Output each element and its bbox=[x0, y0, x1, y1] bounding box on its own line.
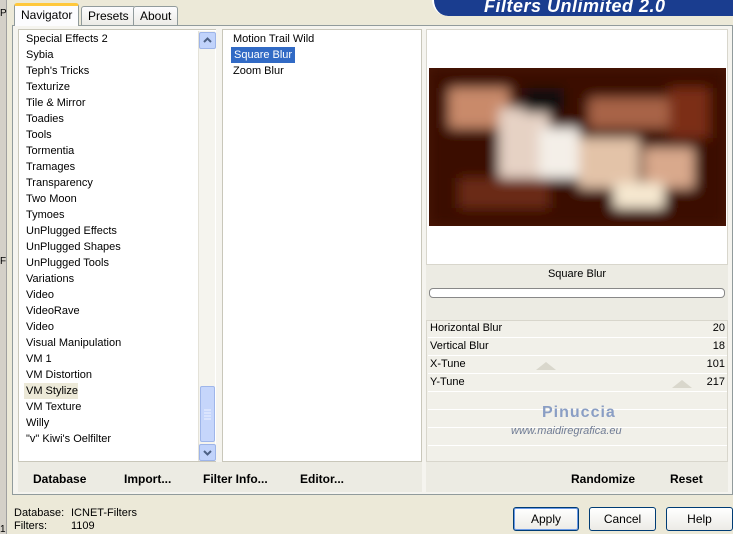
param-label: X-Tune bbox=[430, 358, 466, 370]
category-item[interactable]: Tymoes bbox=[24, 207, 65, 223]
category-item[interactable]: Texturize bbox=[24, 79, 70, 95]
category-item[interactable]: Tools bbox=[24, 127, 52, 143]
category-item[interactable]: Variations bbox=[24, 271, 74, 287]
slider-marker-icon bbox=[672, 380, 692, 388]
window-edge-strip: P F 1 bbox=[0, 0, 7, 534]
edge-char: F bbox=[0, 256, 7, 267]
category-item[interactable]: VM Stylize bbox=[24, 383, 78, 399]
chevron-up-icon bbox=[203, 37, 212, 43]
filter-name-label: Square Blur bbox=[547, 268, 607, 280]
category-item[interactable]: Sybia bbox=[24, 47, 54, 63]
param-label: Horizontal Blur bbox=[430, 322, 503, 334]
category-item[interactable]: Tramages bbox=[24, 159, 75, 175]
param-label: Vertical Blur bbox=[430, 340, 489, 352]
scroll-thumb[interactable] bbox=[200, 386, 215, 442]
editor-button[interactable]: Editor... bbox=[300, 472, 344, 486]
category-scrollbar[interactable] bbox=[198, 31, 216, 461]
title-banner: Filters Unlimited 2.0 bbox=[432, 0, 733, 16]
filter-list[interactable]: Motion Trail Wild Square Blur Zoom Blur bbox=[222, 29, 422, 462]
help-button[interactable]: Help bbox=[666, 507, 733, 531]
blurred-preview-graphic bbox=[429, 68, 726, 226]
param-row[interactable]: Vertical Blur 18 bbox=[428, 337, 727, 355]
category-item[interactable]: Two Moon bbox=[24, 191, 77, 207]
status-filters-value: 1109 bbox=[71, 520, 95, 532]
param-row[interactable]: X-Tune 101 bbox=[428, 355, 727, 373]
scroll-up-button[interactable] bbox=[199, 32, 216, 49]
category-item[interactable]: VideoRave bbox=[24, 303, 80, 319]
status-database-label: Database: bbox=[14, 507, 65, 519]
category-item[interactable]: Tile & Mirror bbox=[24, 95, 85, 111]
category-item[interactable]: VM 1 bbox=[24, 351, 52, 367]
progress-bar bbox=[429, 288, 725, 298]
apply-button[interactable]: Apply bbox=[513, 507, 579, 531]
banner-title: Filters Unlimited 2.0 bbox=[484, 0, 666, 16]
param-divider bbox=[428, 445, 727, 446]
category-list-items: Special Effects 2 Sybia Teph's Tricks Textu… bbox=[24, 31, 216, 461]
param-value: 20 bbox=[712, 322, 725, 334]
param-value: 101 bbox=[706, 358, 725, 370]
category-item[interactable]: Special Effects 2 bbox=[24, 31, 108, 47]
watermark-url: www.maidiregrafica.eu bbox=[511, 425, 622, 437]
edge-char: P bbox=[0, 8, 7, 19]
preview-image bbox=[429, 68, 726, 226]
filter-item[interactable]: Zoom Blur bbox=[231, 63, 284, 79]
category-item[interactable]: Tormentia bbox=[24, 143, 74, 159]
param-value: 18 bbox=[712, 340, 725, 352]
category-item[interactable]: Willy bbox=[24, 415, 49, 431]
randomize-button[interactable]: Randomize bbox=[571, 472, 635, 486]
category-item[interactable]: Transparency bbox=[24, 175, 93, 191]
param-row[interactable]: Horizontal Blur 20 bbox=[428, 319, 727, 337]
filter-list-items: Motion Trail Wild Square Blur Zoom Blur bbox=[231, 31, 421, 91]
grip-icon bbox=[204, 409, 211, 420]
category-item[interactable]: Video bbox=[24, 319, 54, 335]
status-filters-label: Filters: bbox=[14, 520, 47, 532]
filter-name-bar: Square Blur bbox=[426, 265, 728, 320]
tab-presets[interactable]: Presets bbox=[81, 6, 136, 25]
watermark-name: Pinuccia bbox=[542, 404, 616, 421]
category-item[interactable]: UnPlugged Tools bbox=[24, 255, 109, 271]
param-divider bbox=[428, 391, 727, 392]
category-item[interactable]: "v" Kiwi's Oelfilter bbox=[24, 431, 111, 447]
chevron-down-icon bbox=[203, 450, 212, 456]
category-item[interactable]: UnPlugged Shapes bbox=[24, 239, 121, 255]
status-database-value: ICNET-Filters bbox=[71, 507, 137, 519]
slider-marker-icon bbox=[536, 362, 556, 370]
category-item[interactable]: Video bbox=[24, 287, 54, 303]
filter-info-button[interactable]: Filter Info... bbox=[203, 472, 268, 486]
category-list[interactable]: Special Effects 2 Sybia Teph's Tricks Textu… bbox=[18, 29, 216, 462]
filter-item[interactable]: Square Blur bbox=[231, 47, 296, 63]
scroll-down-button[interactable] bbox=[199, 444, 216, 461]
category-item[interactable]: VM Texture bbox=[24, 399, 81, 415]
category-item[interactable]: Visual Manipulation bbox=[24, 335, 121, 351]
tab-about[interactable]: About bbox=[133, 6, 179, 25]
import-button[interactable]: Import... bbox=[124, 472, 171, 486]
param-label: Y-Tune bbox=[430, 376, 465, 388]
category-item[interactable]: Teph's Tricks bbox=[24, 63, 89, 79]
category-item[interactable]: UnPlugged Effects bbox=[24, 223, 117, 239]
tab-navigator[interactable]: Navigator bbox=[14, 3, 80, 26]
param-value: 217 bbox=[706, 376, 725, 388]
database-button[interactable]: Database bbox=[33, 472, 86, 486]
category-item[interactable]: Toadies bbox=[24, 111, 64, 127]
cancel-button[interactable]: Cancel bbox=[589, 507, 656, 531]
filter-item[interactable]: Motion Trail Wild bbox=[231, 31, 314, 47]
category-item[interactable]: VM Distortion bbox=[24, 367, 92, 383]
edge-char: 1 bbox=[0, 524, 6, 534]
reset-button[interactable]: Reset bbox=[670, 472, 703, 486]
